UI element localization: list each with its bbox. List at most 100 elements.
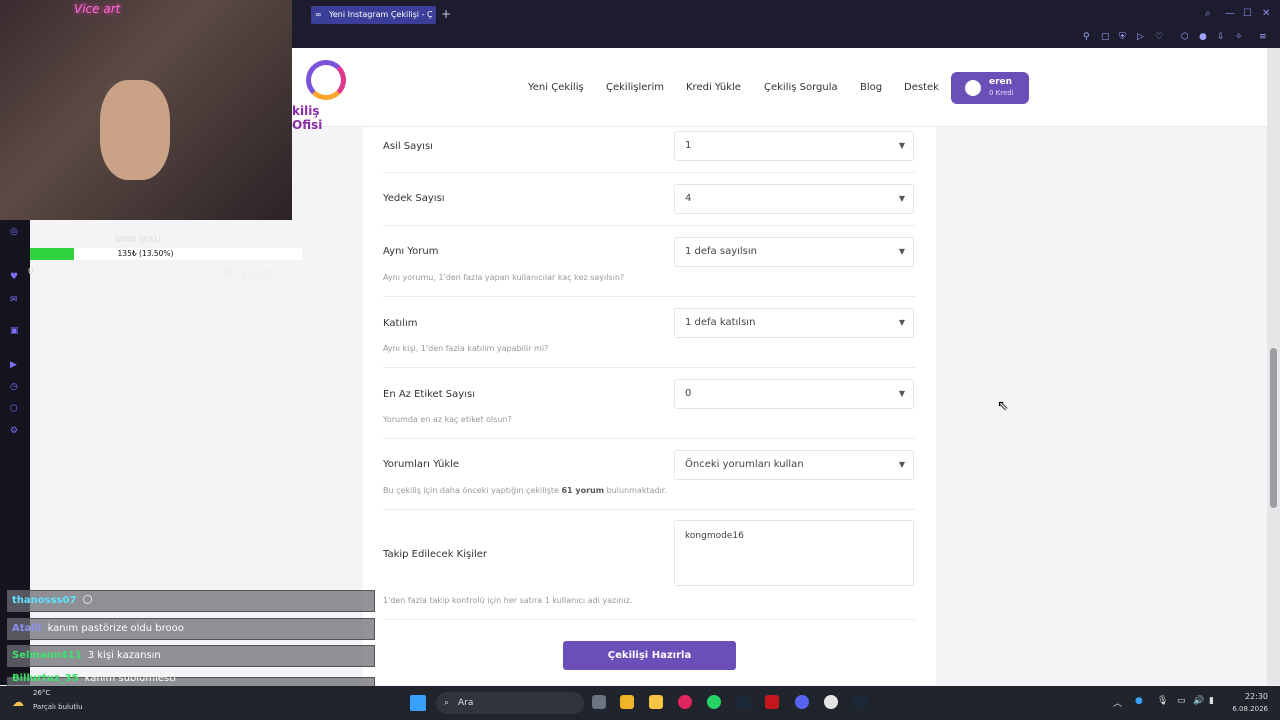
chevron-down-icon: ▼ bbox=[898, 389, 905, 398]
chat-user: Atalll bbox=[12, 623, 42, 634]
sidebar-extension-icon[interactable]: ⬡ bbox=[10, 404, 18, 414]
site-logo[interactable]: kiliş Ofisi bbox=[292, 56, 352, 132]
nav-yeni-cekilis[interactable]: Yeni Çekiliş bbox=[528, 82, 584, 93]
chevron-down-icon: ▼ bbox=[898, 141, 905, 150]
microphone-icon[interactable]: 🎙 bbox=[1157, 696, 1168, 706]
discord-icon[interactable] bbox=[795, 695, 809, 709]
sidebar-messenger-icon[interactable]: ✉ bbox=[10, 295, 18, 305]
browser-tab[interactable]: ∞ Yeni Instagram Çekilişi - Ç bbox=[311, 6, 436, 24]
donation-progress-text: 135₺ (13.50%) bbox=[117, 249, 174, 258]
etiket-select[interactable]: 0 ▼ bbox=[674, 379, 914, 409]
nav-cekilis-sorgula[interactable]: Çekiliş Sorgula bbox=[764, 82, 838, 93]
profile-icon[interactable]: ● bbox=[1199, 32, 1207, 42]
new-tab-button[interactable]: + bbox=[441, 7, 451, 21]
start-button-icon[interactable] bbox=[410, 695, 426, 711]
ayni-yorum-select[interactable]: 1 defa sayılsın ▼ bbox=[674, 237, 914, 267]
yedek-value: 4 bbox=[685, 193, 692, 204]
yedek-select[interactable]: 4 ▼ bbox=[674, 184, 914, 214]
nav-blog[interactable]: Blog bbox=[860, 82, 882, 93]
heart-icon[interactable]: ♡ bbox=[1155, 32, 1163, 42]
sidebar-home-icon[interactable]: ◎ bbox=[10, 227, 18, 237]
katilim-select[interactable]: 1 defa katılsın ▼ bbox=[674, 308, 914, 338]
clock-date[interactable]: 6.08.2026 bbox=[1226, 705, 1268, 713]
chat-user: Selmann411 bbox=[12, 650, 82, 661]
shield-icon[interactable]: ⛨ bbox=[1119, 32, 1126, 42]
donation-title: YAYIN ŞEKLİ bbox=[113, 235, 162, 244]
user-account-button[interactable]: eren 0 Kredi bbox=[951, 72, 1029, 104]
form-row-ayni-yorum: Aynı Yorum 1 defa sayılsın ▼ Aynı yorumu,… bbox=[383, 226, 916, 297]
minimize-icon[interactable]: — bbox=[1225, 8, 1235, 19]
clock-time[interactable]: 22:30 bbox=[1232, 692, 1268, 701]
chat-message: Selmann411 3 kişi kazansın bbox=[7, 645, 375, 667]
nav-kredi-yukle[interactable]: Kredi Yükle bbox=[686, 82, 741, 93]
yedek-label: Yedek Sayısı bbox=[383, 193, 445, 204]
takip-textarea[interactable]: kongmode16 bbox=[674, 520, 914, 586]
sidebar-play-icon[interactable]: ▶ bbox=[10, 360, 17, 370]
snapshot-icon[interactable]: ▢ bbox=[1101, 32, 1110, 42]
logo-ring-icon bbox=[306, 60, 346, 100]
streamer-figure bbox=[100, 80, 170, 180]
user-avatar-icon bbox=[965, 80, 981, 96]
scrollbar-thumb[interactable] bbox=[1270, 348, 1277, 508]
chevron-down-icon: ▼ bbox=[898, 460, 905, 469]
weather-desc[interactable]: Parçalı bulutlu bbox=[33, 703, 83, 711]
maximize-icon[interactable]: ☐ bbox=[1243, 8, 1252, 19]
chrome-icon[interactable] bbox=[824, 695, 838, 709]
extensions-icon[interactable]: ⬡ bbox=[1181, 32, 1189, 42]
katilim-help: Aynı kişi, 1'den fazla katılım yapabilir… bbox=[383, 344, 549, 353]
opera-browser-icon[interactable] bbox=[678, 695, 692, 709]
donation-start: 0 bbox=[28, 267, 34, 277]
weather-temp[interactable]: 26°C bbox=[33, 689, 50, 697]
chevron-down-icon: ▼ bbox=[898, 194, 905, 203]
ayni-yorum-label: Aynı Yorum bbox=[383, 246, 439, 257]
search-icon[interactable]: ⌕ bbox=[1205, 8, 1211, 19]
tray-chevron-up-icon[interactable]: ︿ bbox=[1113, 696, 1122, 709]
logo-text: kiliş Ofisi bbox=[292, 104, 323, 132]
taskbar-search[interactable]: ⌕ Ara bbox=[436, 692, 584, 714]
donation-progress-bar: 135₺ (13.50%) bbox=[30, 248, 302, 260]
steam-icon[interactable] bbox=[736, 695, 750, 709]
prepare-raffle-button[interactable]: Çekilişi Hazırla bbox=[563, 641, 736, 670]
neon-sign: Vice art bbox=[74, 2, 121, 16]
sidebar-history-icon[interactable]: ◷ bbox=[10, 382, 18, 392]
nav-destek[interactable]: Destek bbox=[904, 82, 939, 93]
chevron-down-icon: ▼ bbox=[898, 318, 905, 327]
site-header: kiliş Ofisi Yeni Çekiliş Çekilişlerim Kr… bbox=[292, 48, 1267, 132]
sidebar-settings-icon[interactable]: ⚙ bbox=[10, 426, 18, 436]
pin-icon[interactable]: ⚲ bbox=[1083, 32, 1090, 42]
yorumlar-help-count: 61 yorum bbox=[561, 486, 605, 495]
search-icon: ⌕ bbox=[444, 698, 450, 708]
download-icon[interactable]: ⇩ bbox=[1217, 32, 1225, 42]
store-icon[interactable] bbox=[649, 695, 663, 709]
weather-icon: ☁ bbox=[12, 695, 24, 709]
asil-select[interactable]: 1 ▼ bbox=[674, 131, 914, 161]
user-name: eren bbox=[989, 77, 1013, 87]
site-favicon-icon: ∞ bbox=[315, 10, 322, 19]
sidebar-twitch-icon[interactable]: ▣ bbox=[10, 326, 19, 336]
nav-cekilislerim[interactable]: Çekilişlerim bbox=[606, 82, 664, 93]
yorumlar-help: Bu çekiliş için daha önceki yaptığın çek… bbox=[383, 486, 667, 495]
file-explorer-icon[interactable] bbox=[620, 695, 634, 709]
network-icon[interactable]: ▭ bbox=[1177, 696, 1186, 706]
emote-icon: 🌕 bbox=[82, 595, 93, 606]
task-view-icon[interactable] bbox=[592, 695, 606, 709]
battery-icon[interactable]: ▮ bbox=[1209, 696, 1214, 706]
play-icon[interactable]: ▷ bbox=[1137, 32, 1144, 42]
close-icon[interactable]: ✕ bbox=[1262, 8, 1270, 19]
etiket-help: Yorumda en az kaç etiket olsun? bbox=[383, 415, 512, 424]
ai-icon[interactable]: ✧ bbox=[1235, 32, 1243, 42]
steam-alt-icon[interactable] bbox=[853, 695, 867, 709]
yorumlar-help-post: bulunmaktadır. bbox=[606, 486, 667, 495]
sidebar-bookmark-icon[interactable]: ♥ bbox=[10, 272, 18, 282]
page-scrollbar[interactable] bbox=[1267, 48, 1280, 685]
yorumlar-select[interactable]: Önceki yorumları kullan ▼ bbox=[674, 450, 914, 480]
volume-icon[interactable]: 🔊 bbox=[1193, 696, 1204, 706]
chat-user: thanosss07 bbox=[12, 595, 77, 606]
whatsapp-icon[interactable] bbox=[707, 695, 721, 709]
asil-label: Asil Sayısı bbox=[383, 141, 433, 152]
valorant-icon[interactable] bbox=[765, 695, 779, 709]
menu-icon[interactable]: ≡ bbox=[1259, 32, 1267, 42]
tray-app-icon[interactable]: ● bbox=[1135, 696, 1143, 706]
mouse-cursor-icon: ⇖ bbox=[997, 398, 1009, 414]
chat-message: Atalll kanım pastörize oldu brooo bbox=[7, 618, 375, 640]
